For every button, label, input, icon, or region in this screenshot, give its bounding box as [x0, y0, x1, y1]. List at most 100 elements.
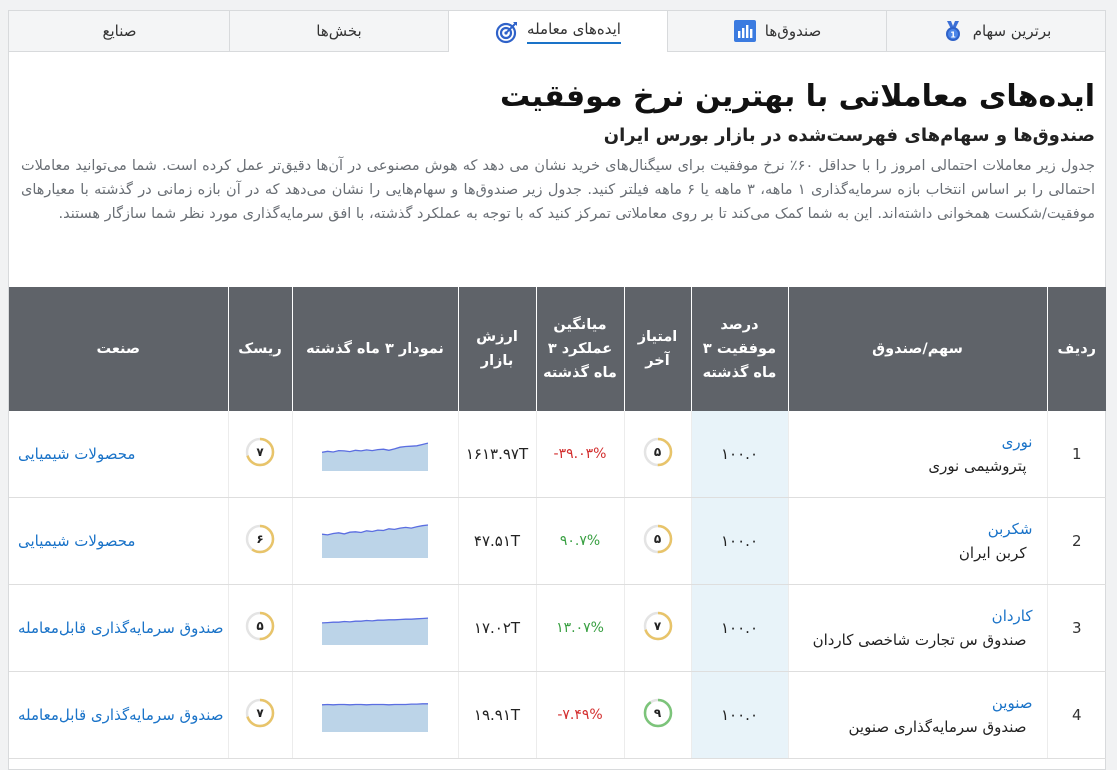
col-header-risk[interactable]: ریسک	[227, 287, 292, 411]
col-header-score[interactable]: امتیاز آخر	[623, 287, 691, 411]
table-row[interactable]: 3 کاردان صندوق س تجارت شاخصی کاردان ۱۰۰.۰ ۷ ۱…	[9, 584, 1106, 672]
industry-cell: صندوق سرمایه‌گذاری قابل‌معامله	[9, 584, 228, 672]
score-badge: ۵	[643, 437, 673, 467]
stock-symbol-link[interactable]: صنوین	[790, 691, 1033, 715]
tab-2[interactable]: ایده‌های معامله	[448, 11, 667, 52]
col-header-avg-perf[interactable]: میانگین عملکرد ۳ ماه گذشته	[535, 287, 624, 411]
medal-icon: 1	[941, 19, 965, 43]
chart-cell	[291, 584, 458, 672]
row-number: 3	[1046, 584, 1106, 672]
col-header-stock[interactable]: سهم/صندوق	[787, 287, 1047, 411]
sparkline-chart-line	[322, 703, 428, 706]
industry-link[interactable]: صندوق سرمایه‌گذاری قابل‌معامله	[10, 703, 227, 727]
stock-cell: کاردان صندوق س تجارت شاخصی کاردان	[787, 584, 1047, 672]
market-value: ۱۹.۹۱T	[457, 671, 536, 759]
col-header-chart: نمودار ۳ ماه گذشته	[291, 287, 458, 411]
market-value: ۱۷.۰۲T	[457, 584, 536, 672]
row-number: 1	[1046, 411, 1106, 498]
col-header-industry[interactable]: صنعت	[9, 287, 228, 411]
risk-cell: ۷	[227, 671, 292, 759]
tab-label: برترین سهام	[972, 22, 1052, 40]
table-row[interactable]: 2 شکربن کربن ایران ۱۰۰.۰ ۵ ۹۰.۷% ۴۷.۵۱T ۶ محصولا…	[9, 497, 1106, 585]
row-number: 4	[1046, 671, 1106, 759]
avg-performance: ۱۳.۰۷%	[535, 584, 624, 672]
page-title: ایده‌های معاملاتی با بهترین نرخ موفقیت	[499, 79, 1095, 114]
risk-cell: ۷	[227, 411, 292, 498]
risk-badge-value: ۷	[256, 706, 264, 720]
success-rate: ۱۰۰.۰	[690, 497, 788, 585]
score-badge-value: ۷	[653, 619, 662, 633]
score-cell: ۷	[623, 584, 691, 672]
tab-label: ایده‌های معامله	[527, 20, 621, 44]
bar-chart-icon	[733, 19, 757, 43]
score-cell: ۹	[623, 671, 691, 759]
trade-ideas-table: ردیف سهم/صندوق درصد موفقیت ۳ ماه گذشته ا…	[9, 287, 1106, 759]
stock-symbol-link[interactable]: کاردان	[790, 604, 1033, 628]
risk-badge-value: ۶	[256, 532, 264, 546]
stock-cell: شکربن کربن ایران	[787, 497, 1047, 585]
tab-0[interactable]: برترین سهام 1	[886, 11, 1105, 51]
svg-text:1: 1	[950, 31, 956, 40]
tab-label: صنایع	[102, 22, 137, 40]
stock-name: کربن ایران	[958, 544, 1027, 562]
score-badge-value: ۵	[653, 532, 662, 546]
stock-name: پتروشیمی نوری	[928, 457, 1027, 475]
page-frame: برترین سهام 1 صندوق‌ها ایده‌های معامله بخش‌ه…	[8, 10, 1106, 770]
stock-cell: صنوین صندوق سرمایه‌گذاری صنوین	[787, 671, 1047, 759]
market-value: ۱۶۱۳.۹۷T	[457, 411, 536, 498]
risk-badge: ۶	[245, 524, 275, 554]
industry-cell: محصولات شیمیایی	[9, 497, 228, 585]
page-subtitle: صندوق‌ها و سهام‌های فهرست‌شده در بازار ب…	[603, 125, 1095, 146]
tab-label: صندوق‌ها	[764, 22, 822, 40]
stock-cell: نوری پتروشیمی نوری	[787, 411, 1047, 498]
page-description: جدول زیر معاملات احتمالی امروز را با حدا…	[21, 158, 1096, 222]
score-badge: ۷	[643, 611, 673, 641]
table-row[interactable]: 1 نوری پتروشیمی نوری ۱۰۰.۰ ۵ -۳۹.۰۳% ۱۶۱۳.۹۷T ۷…	[9, 411, 1106, 498]
score-badge: ۵	[643, 524, 673, 554]
sparkline-chart-area	[322, 703, 428, 732]
stock-symbol-link[interactable]: نوری	[790, 430, 1033, 454]
col-header-row[interactable]: ردیف	[1046, 287, 1106, 411]
industry-link[interactable]: صندوق سرمایه‌گذاری قابل‌معامله	[10, 616, 227, 640]
sparkline-chart-area	[322, 443, 428, 471]
success-rate: ۱۰۰.۰	[690, 584, 788, 672]
content: ایده‌های معاملاتی با بهترین نرخ موفقیت ص…	[9, 78, 1105, 226]
avg-performance: -۷.۴۹%	[535, 671, 624, 759]
stock-symbol-link[interactable]: شکربن	[790, 517, 1033, 541]
industry-link[interactable]: محصولات شیمیایی	[10, 529, 227, 553]
sparkline-chart	[322, 703, 428, 732]
industry-cell: محصولات شیمیایی	[9, 411, 228, 498]
chart-cell	[291, 411, 458, 498]
success-rate: ۱۰۰.۰	[690, 411, 788, 498]
table-row[interactable]: 4 صنوین صندوق سرمایه‌گذاری صنوین ۱۰۰.۰ ۹ -۷.۴…	[9, 671, 1106, 759]
risk-badge-value: ۷	[256, 445, 264, 459]
score-cell: ۵	[623, 411, 691, 498]
tab-3[interactable]: بخش‌ها	[229, 11, 448, 51]
tab-label: بخش‌ها	[316, 22, 362, 40]
risk-badge: ۷	[245, 437, 275, 467]
avg-performance: -۳۹.۰۳%	[535, 411, 624, 498]
avg-performance: ۹۰.۷%	[535, 497, 624, 585]
row-number: 2	[1046, 497, 1106, 585]
success-rate: ۱۰۰.۰	[690, 671, 788, 759]
stock-name: صندوق سرمایه‌گذاری صنوین	[848, 718, 1027, 736]
score-badge: ۹	[643, 698, 673, 728]
stock-name: صندوق س تجارت شاخصی کاردان	[812, 631, 1027, 649]
score-cell: ۵	[623, 497, 691, 585]
industry-link[interactable]: محصولات شیمیایی	[10, 442, 227, 466]
chart-cell	[291, 671, 458, 759]
risk-cell: ۶	[227, 497, 292, 585]
tab-bar: برترین سهام 1 صندوق‌ها ایده‌های معامله بخش‌ه…	[9, 11, 1105, 52]
table-header-row: ردیف سهم/صندوق درصد موفقیت ۳ ماه گذشته ا…	[9, 287, 1106, 411]
sparkline-chart	[322, 524, 428, 558]
score-badge-value: ۹	[653, 706, 662, 720]
market-value: ۴۷.۵۱T	[457, 497, 536, 585]
tab-1[interactable]: صندوق‌ها	[667, 11, 886, 51]
industry-cell: صندوق سرمایه‌گذاری قابل‌معامله	[9, 671, 228, 759]
tab-4[interactable]: صنایع	[10, 11, 229, 51]
col-header-success[interactable]: درصد موفقیت ۳ ماه گذشته	[690, 287, 788, 411]
sparkline-chart-area	[322, 525, 428, 558]
sparkline-chart	[322, 617, 428, 645]
target-icon	[495, 20, 519, 44]
col-header-market-value[interactable]: ارزش بازار	[457, 287, 536, 411]
